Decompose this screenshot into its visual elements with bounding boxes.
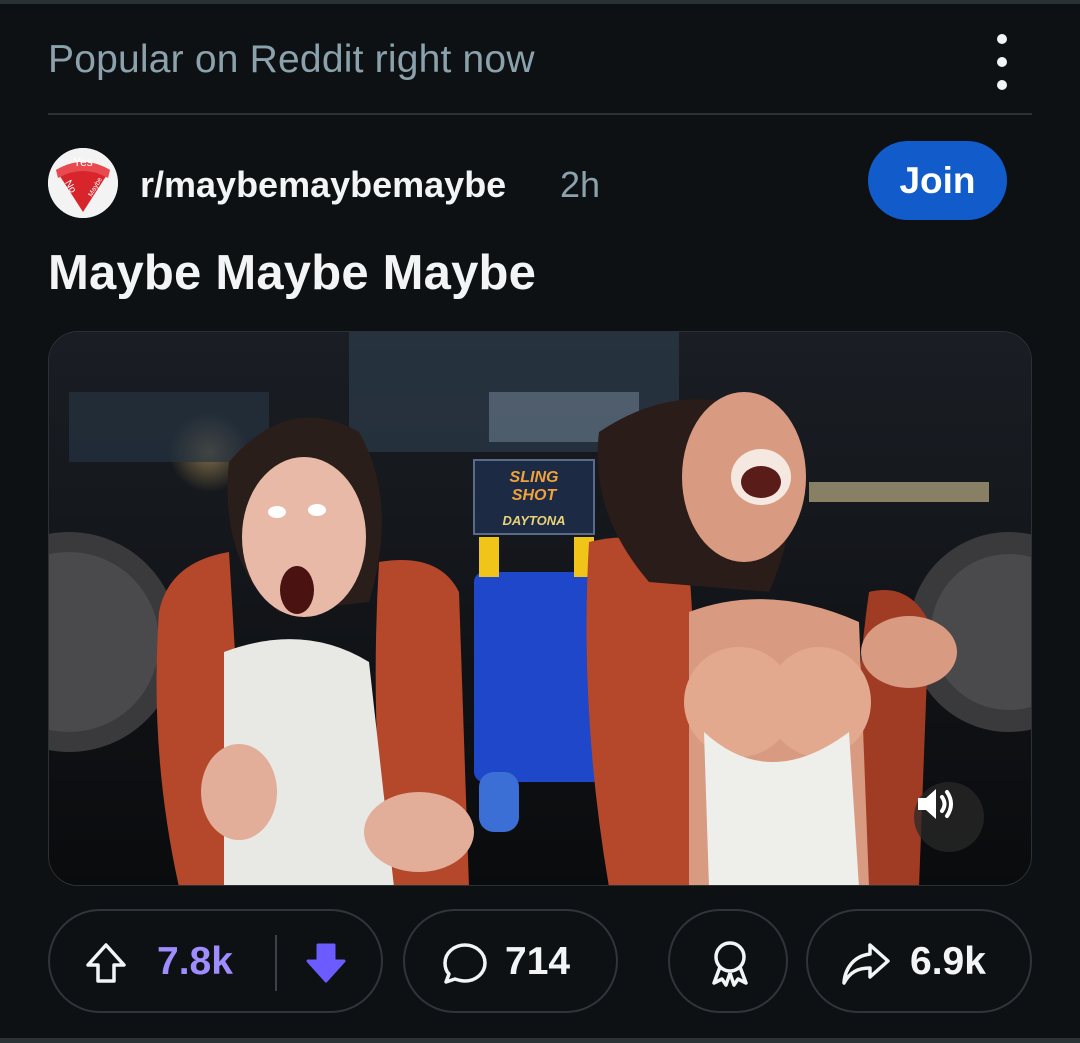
bottom-edge xyxy=(0,1038,1080,1043)
downvote-arrow-icon xyxy=(306,943,346,983)
volume-button[interactable] xyxy=(914,782,984,852)
section-header: Popular on Reddit right now xyxy=(48,30,1032,90)
subreddit-avatar[interactable]: Yes No Maybe xyxy=(48,148,118,218)
upvote-button[interactable] xyxy=(82,939,130,987)
upvote-arrow-icon xyxy=(86,943,126,983)
subreddit-link[interactable]: r/maybemaybemaybe xyxy=(140,164,506,206)
share-button[interactable]: 6.9k xyxy=(806,909,1032,1013)
comment-count: 714 xyxy=(505,940,571,983)
top-edge xyxy=(0,0,1080,4)
section-title: Popular on Reddit right now xyxy=(48,38,535,81)
section-divider xyxy=(48,113,1032,115)
vote-separator xyxy=(275,935,277,991)
post-actions: 7.8k 714 6.9k xyxy=(48,909,1032,1015)
share-count: 6.9k xyxy=(910,940,986,983)
post-meta: Yes No Maybe r/maybemaybemaybe 2h Join xyxy=(48,141,1032,220)
avatar-yes-text: Yes xyxy=(73,155,93,169)
more-options-icon[interactable] xyxy=(986,34,1018,90)
comment-bubble-icon xyxy=(441,939,489,987)
post-age: 2h xyxy=(560,164,601,205)
vote-pill: 7.8k xyxy=(48,909,383,1013)
sign-line2: SHOT xyxy=(512,487,558,504)
vote-count: 7.8k xyxy=(157,940,233,983)
sign-line3: DAYTONA xyxy=(502,513,565,528)
sign-line1: SLING xyxy=(510,469,559,486)
award-ribbon-icon xyxy=(704,937,756,989)
join-button[interactable]: Join xyxy=(868,141,1007,220)
post-title[interactable]: Maybe Maybe Maybe xyxy=(48,245,536,301)
downvote-button[interactable] xyxy=(302,939,350,987)
award-button[interactable] xyxy=(668,909,788,1013)
volume-on-icon xyxy=(918,789,953,819)
comment-button[interactable]: 714 xyxy=(403,909,618,1013)
share-arrow-icon xyxy=(840,937,892,989)
video-frame: SLING SHOT DAYTONA xyxy=(49,332,1031,885)
post-video[interactable]: SLING SHOT DAYTONA xyxy=(48,331,1032,886)
